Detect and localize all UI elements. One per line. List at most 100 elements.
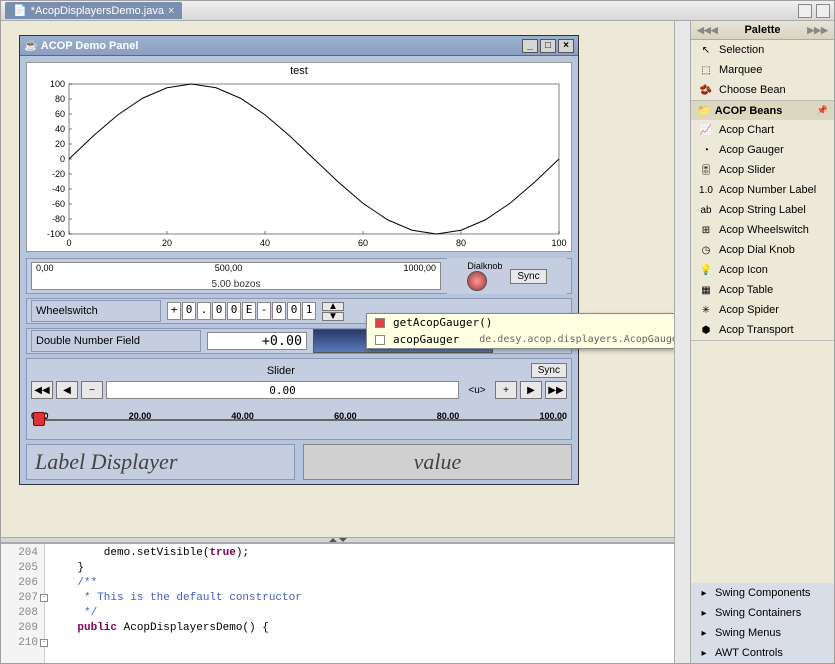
slider-ffwd-icon[interactable]: ▶▶ (545, 381, 567, 399)
fold-icon[interactable]: - (40, 594, 48, 602)
palette-group-swing-components[interactable]: ▸Swing Components (691, 583, 834, 603)
ws-cell[interactable]: E (242, 302, 256, 320)
svg-text:-80: -80 (52, 214, 65, 224)
slider-back-icon[interactable]: ◀ (56, 381, 78, 399)
demo-title: ACOP Demo Panel (41, 40, 139, 52)
palette-item-acop-string-label[interactable]: abAcop String Label (691, 200, 834, 220)
slider-thumb-icon[interactable] (33, 412, 45, 426)
bean-icon: ⬢ (699, 323, 713, 337)
sync-button-slider[interactable]: Sync (531, 363, 567, 378)
ws-cell[interactable]: . (197, 302, 211, 320)
group-icon: ▸ (697, 586, 711, 600)
minimize-view-icon[interactable] (798, 4, 812, 18)
palette-item-acop-icon[interactable]: 💡Acop Icon (691, 260, 834, 280)
marquee-icon: ⬚ (699, 63, 713, 77)
slider-minus-icon[interactable]: − (81, 381, 103, 399)
palette-item-acop-table[interactable]: ▦Acop Table (691, 280, 834, 300)
fold-icon[interactable]: - (40, 639, 48, 647)
svg-text:40: 40 (55, 124, 65, 134)
ws-down-icon[interactable]: ▼ (322, 312, 344, 321)
bean-icon: 🎚 (699, 163, 713, 177)
palette-item-acop-slider[interactable]: 🎚Acop Slider (691, 160, 834, 180)
demo-titlebar[interactable]: ☕ ACOP Demo Panel _ □ × (20, 36, 578, 56)
bean-icon: ▦ (699, 283, 713, 297)
knob-icon (467, 271, 487, 291)
bean-icon: 💡 (699, 263, 713, 277)
close-tab-icon[interactable]: × (168, 5, 174, 17)
chart-svg: -100-80-60-40-20020406080100020406080100 (27, 79, 571, 249)
palette-item-acop-chart[interactable]: 📈Acop Chart (691, 120, 834, 140)
maximize-view-icon[interactable] (816, 4, 830, 18)
acop-dialknob[interactable]: Dialknob Sync (447, 258, 567, 294)
double-number-field[interactable] (207, 332, 307, 350)
line-gutter: 204205206207-208209210- (1, 544, 45, 663)
acop-wheelswitch[interactable]: +0.00E-001 (167, 302, 316, 320)
slider-label: Slider (267, 365, 295, 377)
bean-icon: ◷ (699, 243, 713, 257)
palette-group-swing-containers[interactable]: ▸Swing Containers (691, 603, 834, 623)
label-displayer-row: Label Displayer value (26, 444, 572, 480)
code-text[interactable]: demo.setVisible(true); } /** * This is t… (45, 544, 674, 663)
label-displayer: Label Displayer (26, 444, 295, 480)
source-editor[interactable]: 204205206207-208209210- demo.setVisible(… (1, 543, 674, 663)
palette-item-marquee[interactable]: ⬚Marquee (691, 60, 834, 80)
chart-title: test (27, 63, 571, 79)
completion-item[interactable]: acopGaugerde.desy.acop.displayers.AcopGa… (367, 331, 674, 348)
gui-designer-canvas[interactable]: ☕ ACOP Demo Panel _ □ × test -100 -80 - 60 -… (1, 21, 674, 537)
acop-slider[interactable]: 0,0020,0040,0060,0080,00100,00 (31, 411, 567, 435)
minimize-icon[interactable]: _ (522, 39, 538, 53)
palette-header[interactable]: ◀◀◀ Palette ▶▶▶ (691, 21, 834, 40)
ws-cell[interactable]: 0 (212, 302, 226, 320)
group-icon: ▸ (697, 626, 711, 640)
slider-rewind-icon[interactable]: ◀◀ (31, 381, 53, 399)
palette-item-acop-number-label[interactable]: 1.0Acop Number Label (691, 180, 834, 200)
ws-cell[interactable]: 0 (287, 302, 301, 320)
acop-chart[interactable]: test -100-80-60-40-200204060801000204060… (26, 62, 572, 252)
palette-group-acop[interactable]: 📁 ACOP Beans 📌 (691, 101, 834, 120)
palette-item-choose-bean[interactable]: 🫘Choose Bean (691, 80, 834, 100)
method-icon (375, 318, 385, 328)
acop-ruler[interactable]: 0,00 500,00 1000,00 5.00 bozos (31, 262, 441, 290)
sync-button-dialknob[interactable]: Sync (510, 269, 546, 284)
palette-item-selection[interactable]: ↖Selection (691, 40, 834, 60)
palette-item-acop-wheelswitch[interactable]: ⊞Acop Wheelswitch (691, 220, 834, 240)
svg-text:80: 80 (456, 238, 466, 248)
ws-cell[interactable]: 0 (182, 302, 196, 320)
bean-icon: ◔ (699, 143, 713, 157)
maximize-icon[interactable]: □ (540, 39, 556, 53)
editor-tabbar: 📄 *AcopDisplayersDemo.java × (1, 1, 834, 21)
completion-item[interactable]: getAcopGauger() (367, 314, 674, 331)
svg-text:-20: -20 (52, 169, 65, 179)
ws-up-icon[interactable]: ▲ (322, 302, 344, 311)
svg-text:60: 60 (358, 238, 368, 248)
palette-group-swing-menus[interactable]: ▸Swing Menus (691, 623, 834, 643)
palette-group-awt-controls[interactable]: ▸AWT Controls (691, 643, 834, 663)
svg-text:20: 20 (162, 238, 172, 248)
demo-panel-window[interactable]: ☕ ACOP Demo Panel _ □ × test -100 -80 - 60 -… (19, 35, 579, 485)
slider-value[interactable]: 0.00 (106, 381, 459, 399)
wheelswitch-label: Wheelswitch (31, 300, 161, 322)
ws-cell[interactable]: 0 (227, 302, 241, 320)
code-completion-popup[interactable]: getAcopGauger()acopGaugerde.desy.acop.di… (366, 313, 674, 349)
svg-text:-100: -100 (47, 229, 65, 239)
palette-item-acop-transport[interactable]: ⬢Acop Transport (691, 320, 834, 340)
palette-item-acop-dial-knob[interactable]: ◷Acop Dial Knob (691, 240, 834, 260)
slider-panel: Slider Sync ◀◀ ◀ − 0.00 <u> + ▶ ▶▶ (26, 358, 572, 440)
ws-cell[interactable]: - (257, 302, 271, 320)
dnf-label: Double Number Field (31, 330, 201, 352)
file-tab[interactable]: 📄 *AcopDisplayersDemo.java × (5, 2, 182, 19)
ws-cell[interactable]: 0 (272, 302, 286, 320)
palette-item-acop-spider[interactable]: ✳Acop Spider (691, 300, 834, 320)
choose bean-icon: 🫘 (699, 83, 713, 97)
palette-item-acop-gauger[interactable]: ◔Acop Gauger (691, 140, 834, 160)
svg-text:20: 20 (55, 139, 65, 149)
slider-plus-icon[interactable]: + (495, 381, 517, 399)
ws-cell[interactable]: + (167, 302, 181, 320)
pin-icon[interactable]: 📌 (817, 105, 828, 116)
ws-cell[interactable]: 1 (302, 302, 316, 320)
vertical-scrollbar[interactable] (674, 21, 690, 663)
palette-panel: ◀◀◀ Palette ▶▶▶ ↖Selection⬚Marquee🫘Choos… (690, 21, 834, 663)
close-icon[interactable]: × (558, 39, 574, 53)
slider-fwd-icon[interactable]: ▶ (520, 381, 542, 399)
folder-icon: 📁 (697, 104, 711, 117)
